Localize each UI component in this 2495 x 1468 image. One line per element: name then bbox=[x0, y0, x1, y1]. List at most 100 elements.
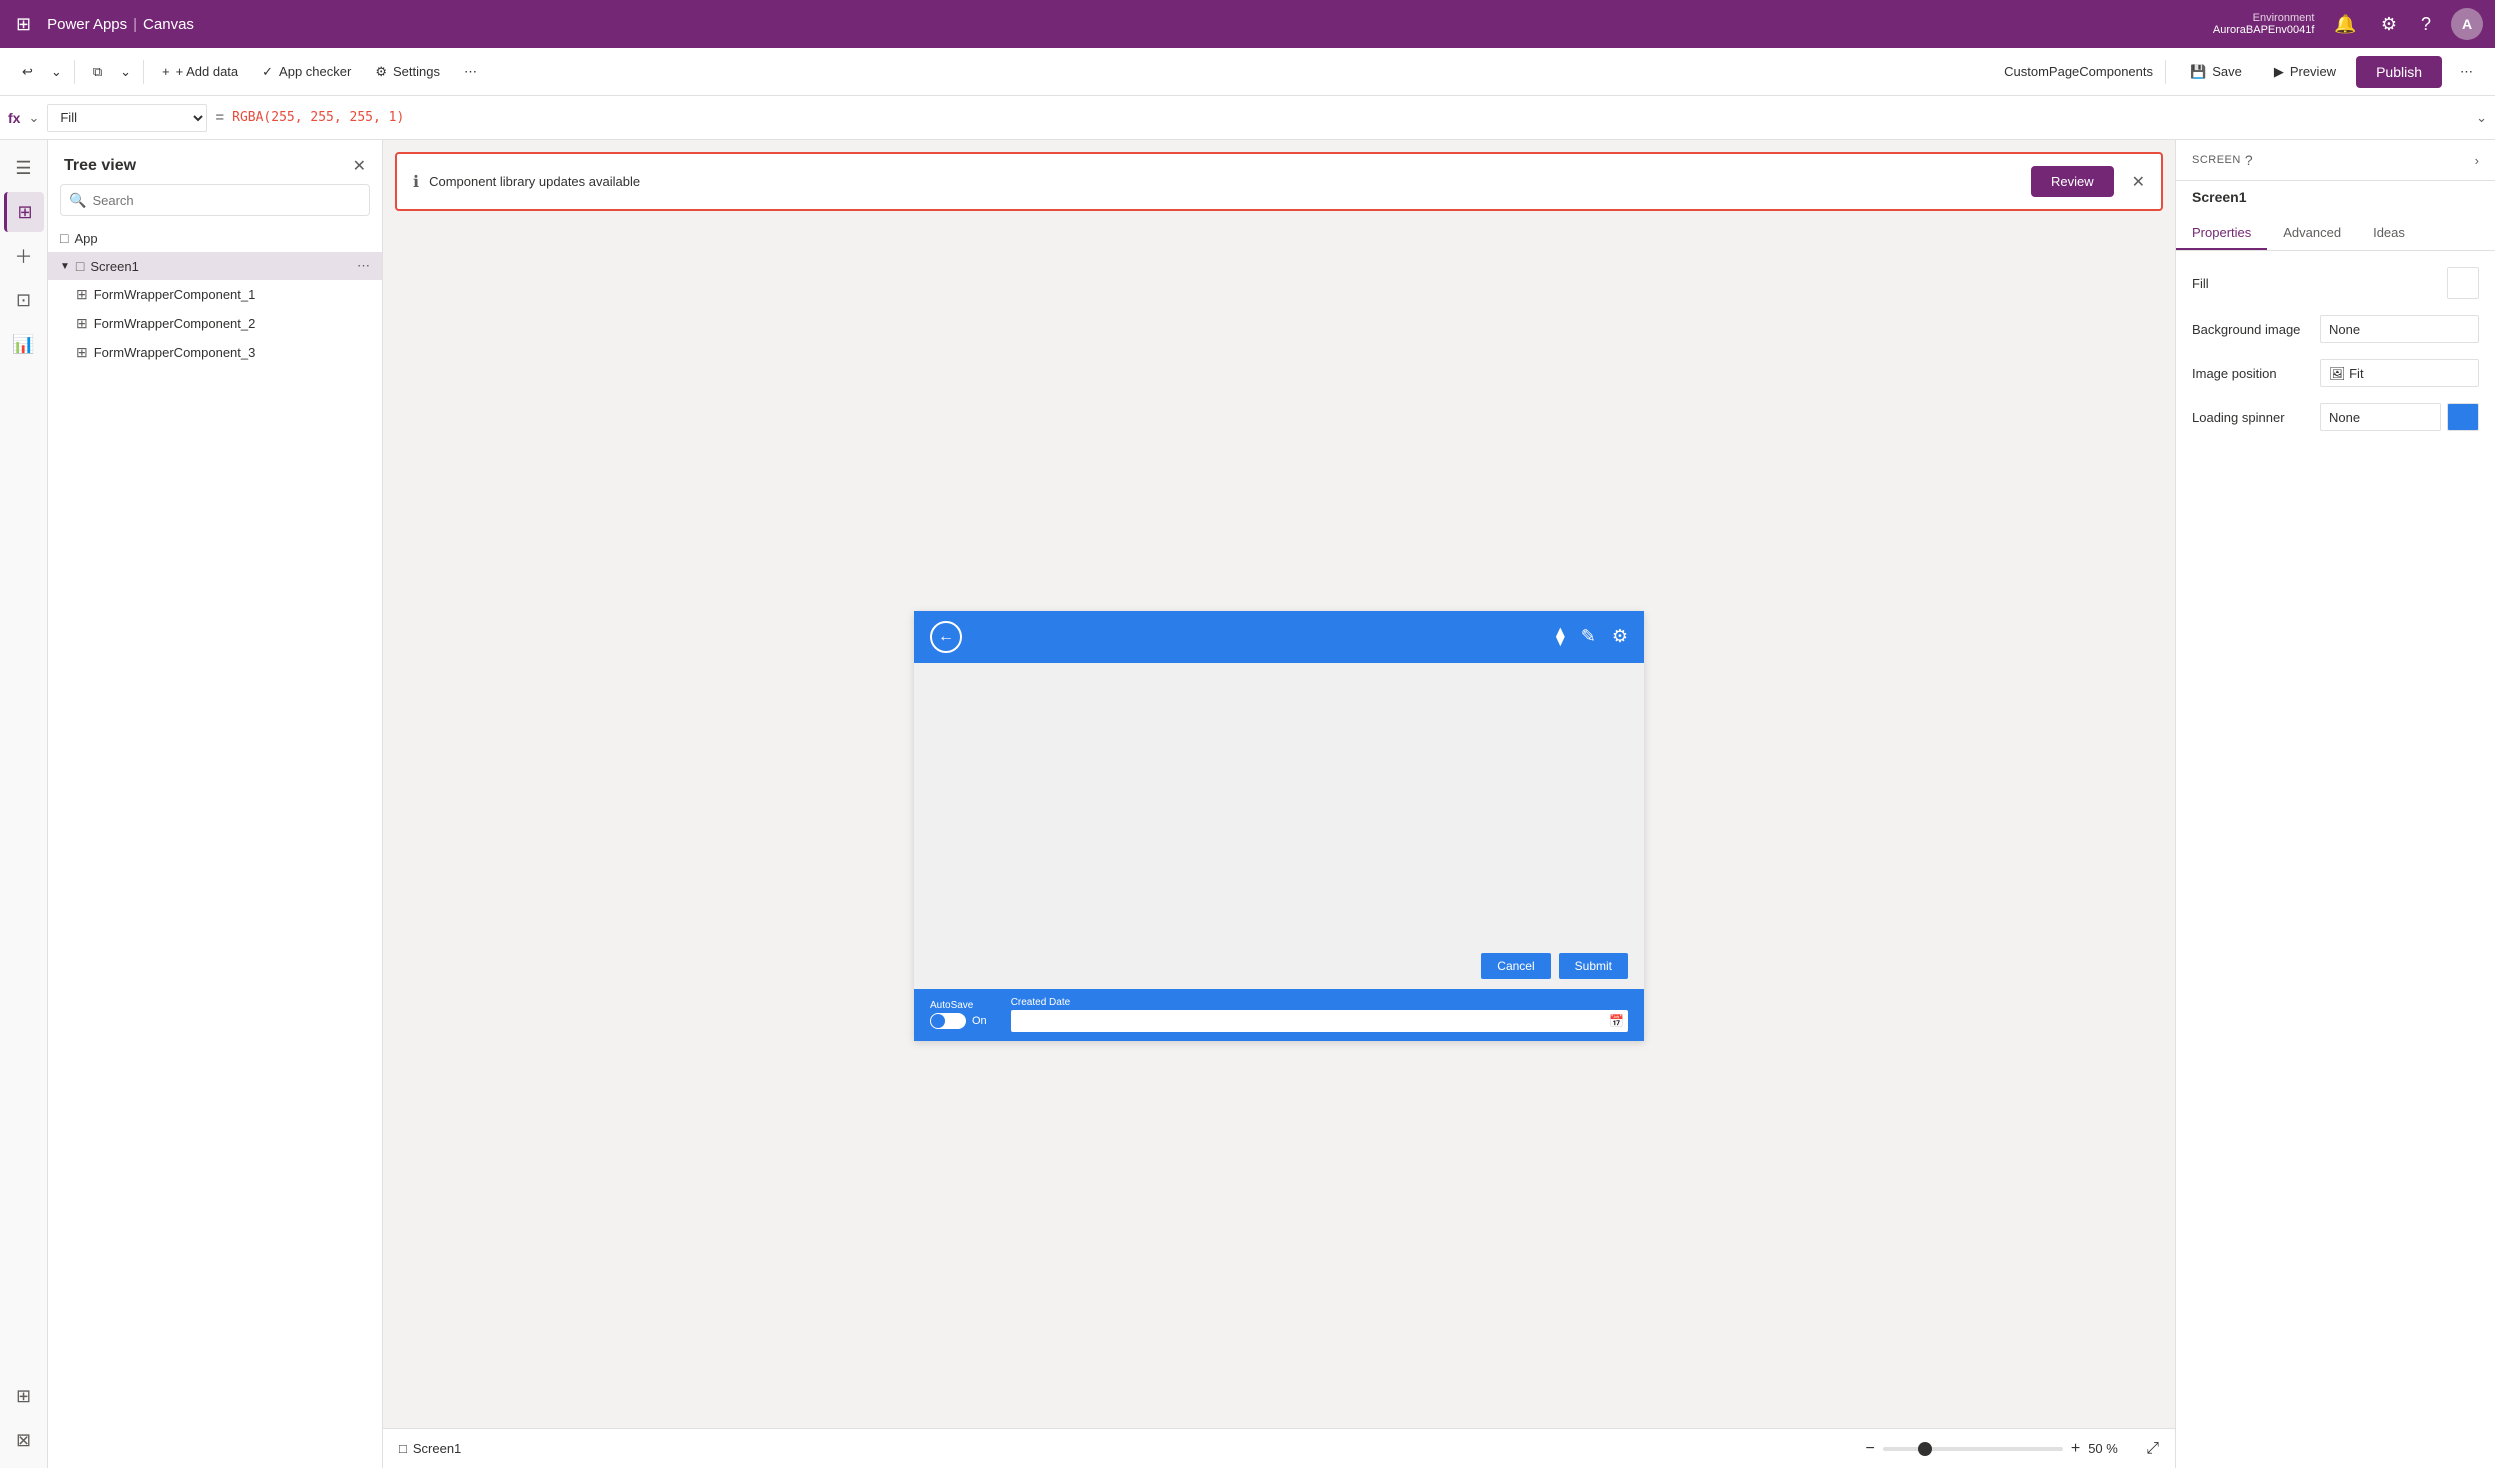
image-position-label: Image position bbox=[2192, 366, 2312, 381]
formula-bar: fx ⌄ Fill = ⌄ bbox=[0, 96, 2495, 140]
toggle-thumb bbox=[931, 1014, 945, 1028]
tree-close-button[interactable]: ✕ bbox=[353, 156, 366, 176]
created-date-label: Created Date bbox=[1011, 997, 1628, 1008]
review-button[interactable]: Review bbox=[2031, 166, 2114, 197]
form3-icon: ⊞ bbox=[76, 344, 88, 361]
copy-button[interactable]: ⧉ bbox=[83, 58, 112, 86]
loading-spinner-color-swatch[interactable] bbox=[2447, 403, 2479, 431]
help-circle-icon[interactable]: ? bbox=[2245, 152, 2253, 168]
app-checker-button[interactable]: ✓ App checker bbox=[252, 58, 361, 86]
zoom-minus-button[interactable]: − bbox=[1866, 1440, 1875, 1458]
analytics-button[interactable]: 📊 bbox=[4, 324, 44, 364]
app-tree-icon: □ bbox=[60, 230, 68, 246]
app-tree-label: App bbox=[74, 231, 97, 246]
save-icon: 💾 bbox=[2190, 64, 2206, 80]
bg-image-label: Background image bbox=[2192, 322, 2312, 337]
filter-icon[interactable]: ⧫ bbox=[1556, 626, 1565, 647]
search-input[interactable] bbox=[92, 193, 361, 208]
tree-item-app[interactable]: □ App bbox=[48, 224, 382, 252]
loading-spinner-row: Loading spinner None bbox=[2192, 403, 2479, 431]
bg-image-select-wrap: None bbox=[2320, 315, 2479, 343]
settings-app-icon[interactable]: ⚙ bbox=[1612, 626, 1628, 647]
save-button[interactable]: 💾 Save bbox=[2178, 58, 2254, 86]
canvas-label: Canvas bbox=[143, 16, 194, 33]
alert-close-button[interactable]: ✕ bbox=[2132, 172, 2145, 192]
insert-button[interactable]: ＋ bbox=[4, 236, 44, 276]
background-image-row: Background image None bbox=[2192, 315, 2479, 343]
app-header-actions: ⧫ ✎ ⚙ bbox=[1556, 626, 1628, 647]
expand-canvas-button[interactable]: ⤢ bbox=[2146, 1440, 2159, 1458]
edit-icon[interactable]: ✎ bbox=[1581, 626, 1596, 647]
tree-item-screen1[interactable]: ▼ □ Screen1 ⋯ bbox=[48, 252, 382, 280]
toolbar-divider-1 bbox=[74, 60, 75, 84]
add-data-icon: + bbox=[162, 64, 170, 79]
image-position-select[interactable]: 🖼 Fit bbox=[2320, 359, 2479, 387]
avatar[interactable]: A bbox=[2451, 8, 2483, 40]
formula-input[interactable] bbox=[232, 104, 2468, 132]
zoom-controls: − + 50 % ⤢ bbox=[1866, 1440, 2160, 1458]
screen-indicator-icon: □ bbox=[399, 1441, 407, 1456]
settings-nav-icon[interactable]: ⚙ bbox=[2377, 10, 2401, 39]
tree-item-form2[interactable]: ⊞ FormWrapperComponent_2 bbox=[48, 309, 382, 338]
preview-icon: ▶ bbox=[2274, 64, 2284, 80]
more-button[interactable]: ⋯ bbox=[454, 58, 487, 86]
screen-indicator: □ Screen1 bbox=[399, 1441, 461, 1456]
action-buttons: Cancel Submit bbox=[1481, 953, 1628, 979]
waffle-icon[interactable]: ⊞ bbox=[12, 10, 35, 39]
toolbar-more-button[interactable]: ⋯ bbox=[2450, 58, 2483, 86]
settings-button[interactable]: ⚙ Settings bbox=[365, 58, 450, 86]
preview-label: Preview bbox=[2290, 64, 2336, 79]
save-label: Save bbox=[2212, 64, 2242, 79]
submit-button-app[interactable]: Submit bbox=[1559, 953, 1628, 979]
fx-chevron[interactable]: ⌄ bbox=[28, 110, 39, 126]
zoom-plus-button[interactable]: + bbox=[2071, 1440, 2080, 1458]
fill-property-row: Fill bbox=[2192, 267, 2479, 299]
form3-label: FormWrapperComponent_3 bbox=[94, 345, 256, 360]
screen1-more-icon[interactable]: ⋯ bbox=[357, 258, 370, 274]
image-position-row: Image position 🖼 Fit bbox=[2192, 359, 2479, 387]
date-input[interactable]: 📅 bbox=[1011, 1010, 1628, 1032]
tree-title: Tree view bbox=[64, 157, 136, 175]
tab-ideas[interactable]: Ideas bbox=[2357, 217, 2421, 250]
hamburger-button[interactable]: ☰ bbox=[4, 148, 44, 188]
fill-color-swatch[interactable] bbox=[2447, 267, 2479, 299]
tree-item-form3[interactable]: ⊞ FormWrapperComponent_3 bbox=[48, 338, 382, 367]
back-button[interactable]: ← bbox=[930, 621, 962, 653]
undo-dropdown[interactable]: ⌄ bbox=[47, 58, 66, 86]
bg-image-select[interactable]: None bbox=[2320, 315, 2479, 343]
add-data-button[interactable]: + + Add data bbox=[152, 58, 248, 85]
tab-properties[interactable]: Properties bbox=[2176, 217, 2267, 250]
app-body: Cancel Submit bbox=[914, 663, 1644, 989]
tree-item-form1[interactable]: ⊞ FormWrapperComponent_1 bbox=[48, 280, 382, 309]
variables-button[interactable]: ⊠ bbox=[4, 1420, 44, 1460]
data-button[interactable]: ⊡ bbox=[4, 280, 44, 320]
toggle-on-text: On bbox=[972, 1015, 987, 1027]
toolbar-divider-2 bbox=[143, 60, 144, 84]
alert-banner: ℹ Component library updates available Re… bbox=[395, 152, 2163, 211]
right-panel-title: Screen1 bbox=[2176, 181, 2495, 217]
preview-button[interactable]: ▶ Preview bbox=[2262, 58, 2348, 86]
components-button[interactable]: ⊞ bbox=[4, 1376, 44, 1416]
toolbar-right: CustomPageComponents 💾 Save ▶ Preview Pu… bbox=[2004, 56, 2483, 88]
env-name: AuroraBAPEnv0041f bbox=[2213, 24, 2315, 36]
tab-advanced[interactable]: Advanced bbox=[2267, 217, 2357, 250]
publish-button[interactable]: Publish bbox=[2356, 56, 2442, 88]
calendar-icon: 📅 bbox=[1609, 1014, 1624, 1028]
separator: | bbox=[133, 16, 137, 33]
cancel-button-app[interactable]: Cancel bbox=[1481, 953, 1550, 979]
fill-select[interactable]: Fill bbox=[47, 104, 207, 132]
right-panel: SCREEN ? › Screen1 Properties Advanced I… bbox=[2175, 140, 2495, 1468]
expand-right-icon[interactable]: › bbox=[2475, 153, 2479, 168]
loading-spinner-select[interactable]: None bbox=[2320, 403, 2441, 431]
notification-icon[interactable]: 🔔 bbox=[2330, 10, 2360, 39]
formula-expand-icon[interactable]: ⌄ bbox=[2476, 110, 2487, 126]
undo-button[interactable]: ↩ bbox=[12, 58, 43, 86]
autosave-toggle[interactable] bbox=[930, 1013, 966, 1029]
zoom-slider[interactable] bbox=[1883, 1447, 2063, 1451]
created-date-section: Created Date 📅 bbox=[1011, 997, 1628, 1032]
help-icon[interactable]: ? bbox=[2417, 10, 2435, 39]
layers-button[interactable]: ⊞ bbox=[4, 192, 44, 232]
screen-frame: ← ⧫ ✎ ⚙ Cancel Submit bbox=[914, 611, 1644, 1041]
copy-dropdown[interactable]: ⌄ bbox=[116, 58, 135, 86]
canvas-area: ℹ Component library updates available Re… bbox=[383, 140, 2175, 1468]
